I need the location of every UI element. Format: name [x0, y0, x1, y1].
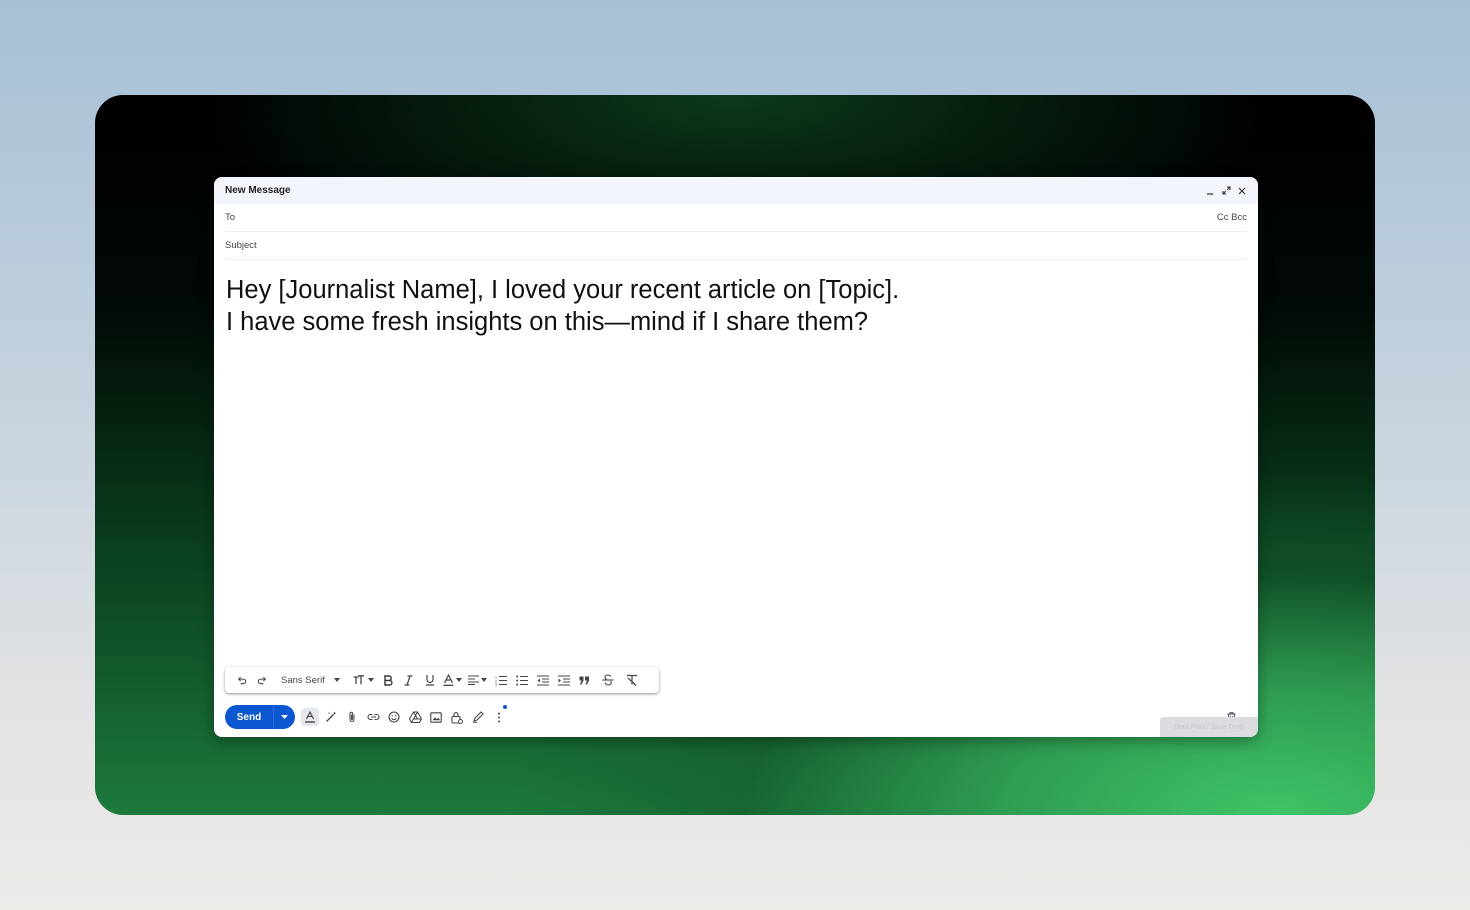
numbered-list-icon[interactable]: 123 [490, 670, 511, 690]
bulleted-list-icon[interactable] [511, 670, 532, 690]
svg-text:3: 3 [495, 683, 497, 686]
strikethrough-icon[interactable] [595, 670, 620, 690]
help-me-write-icon[interactable] [322, 708, 340, 726]
to-label: To [225, 212, 236, 223]
close-icon[interactable] [1237, 186, 1247, 196]
text-color-icon[interactable] [440, 670, 464, 690]
send-options-button[interactable] [273, 705, 295, 729]
chevron-down-icon [455, 678, 462, 682]
compose-title: New Message [225, 185, 291, 196]
quote-icon[interactable] [574, 670, 595, 690]
minimize-icon[interactable] [1205, 186, 1215, 196]
formatting-options-icon[interactable] [301, 708, 319, 726]
align-icon[interactable] [464, 670, 490, 690]
body-line-1: Hey [Journalist Name], I loved your rece… [226, 276, 900, 304]
chevron-down-icon [333, 678, 340, 682]
remove-formatting-icon[interactable] [620, 670, 644, 690]
attach-icon[interactable] [343, 708, 361, 726]
chevron-down-icon [281, 715, 288, 719]
send-button[interactable]: Send [225, 705, 273, 729]
indent-less-icon[interactable] [532, 670, 553, 690]
signature-icon[interactable] [469, 708, 487, 726]
fullscreen-icon[interactable] [1221, 186, 1231, 196]
bold-icon[interactable] [377, 670, 398, 690]
underline-icon[interactable] [419, 670, 440, 690]
chevron-down-icon [367, 678, 374, 682]
compose-window: New Message To Cc Bcc Subject Hey [Journ… [214, 177, 1258, 737]
body-line-2: I have some fresh insights on this—mind … [226, 308, 869, 336]
window-controls [1205, 186, 1247, 196]
chevron-down-icon [480, 678, 487, 682]
message-body[interactable]: Hey [Journalist Name], I loved your rece… [226, 274, 1236, 338]
font-family-select[interactable]: Sans Serif [273, 670, 349, 690]
italic-icon[interactable] [398, 670, 419, 690]
link-icon[interactable] [364, 708, 382, 726]
font-family-label: Sans Serif [281, 674, 325, 686]
confidential-mode-icon[interactable] [448, 708, 466, 726]
notification-dot [503, 705, 507, 709]
drive-icon[interactable] [406, 708, 424, 726]
overlay-ghost-button[interactable]: Start Plan / Save Draft [1160, 717, 1258, 737]
compose-bottom-bar: Send [225, 705, 1247, 729]
compose-actions [301, 705, 508, 726]
font-size-select[interactable] [349, 670, 377, 690]
indent-more-icon[interactable] [553, 670, 574, 690]
subject-field[interactable]: Subject [225, 232, 1247, 260]
undo-icon[interactable] [231, 670, 251, 690]
ghost-button-label: Start Plan / Save Draft [1174, 723, 1244, 731]
cc-bcc-link[interactable]: Cc Bcc [1217, 212, 1247, 223]
insert-photo-icon[interactable] [427, 708, 445, 726]
to-field[interactable]: To Cc Bcc [225, 204, 1247, 232]
compose-header: New Message [214, 177, 1258, 204]
redo-icon[interactable] [251, 670, 273, 690]
more-options-icon[interactable] [490, 705, 508, 726]
send-group: Send [225, 705, 295, 729]
formatting-toolbar: Sans Serif 123 [225, 667, 659, 693]
subject-placeholder: Subject [225, 240, 257, 251]
emoji-icon[interactable] [385, 708, 403, 726]
